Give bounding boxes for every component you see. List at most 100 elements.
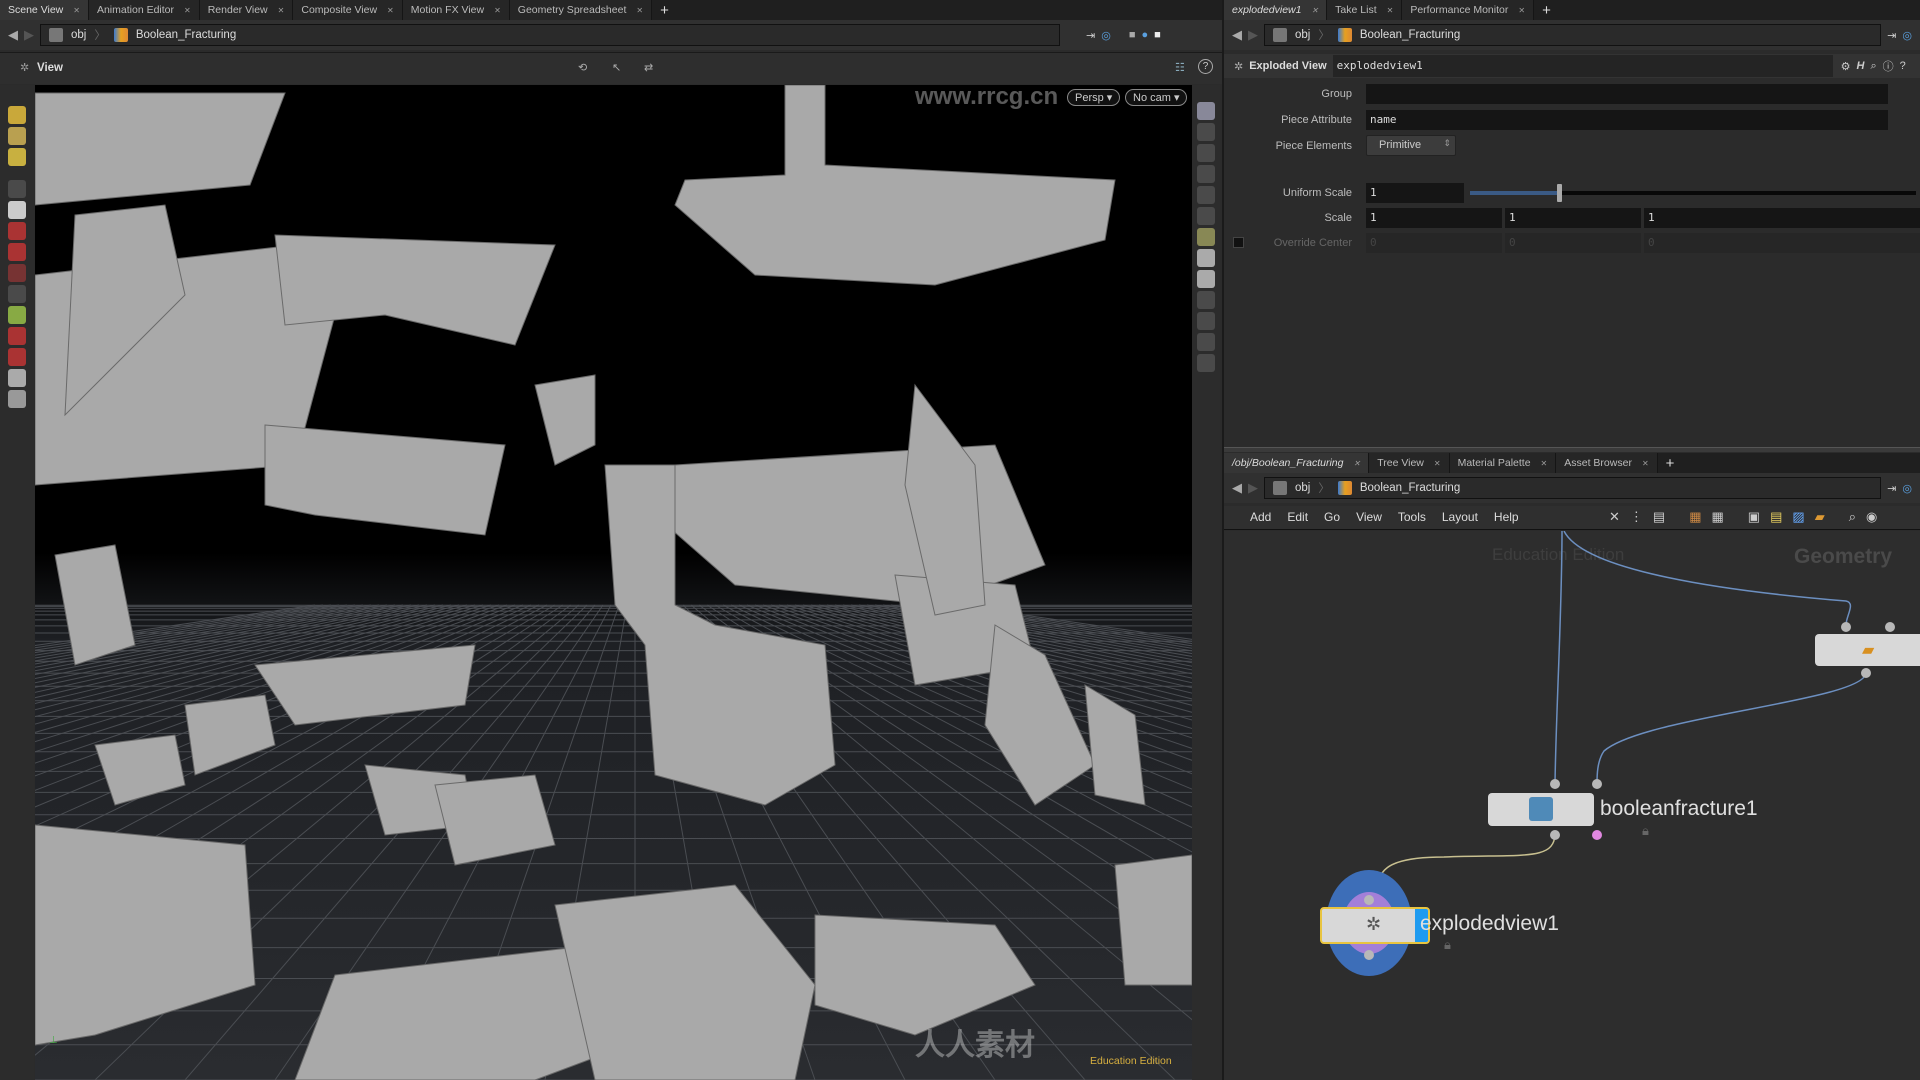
- close-icon[interactable]: ✕: [1434, 459, 1441, 468]
- input-connector[interactable]: [1364, 895, 1374, 905]
- output-connector[interactable]: [1861, 668, 1871, 678]
- menu-view[interactable]: View: [1356, 510, 1382, 524]
- close-icon[interactable]: ✕: [494, 6, 501, 15]
- link-icon[interactable]: ◎: [1902, 29, 1912, 42]
- path-field[interactable]: obj 〉 Boolean_Fracturing: [1264, 477, 1882, 499]
- visibility-icon[interactable]: ◉: [1866, 509, 1877, 525]
- sticky-note-icon[interactable]: ▤: [1770, 509, 1782, 525]
- uniform-scale-slider[interactable]: [1470, 184, 1916, 202]
- group-field[interactable]: [1366, 84, 1888, 104]
- close-icon[interactable]: ✕: [387, 6, 394, 15]
- grid-icon[interactable]: ▦: [1712, 509, 1724, 525]
- add-tab-icon[interactable]: +: [652, 2, 677, 19]
- close-icon[interactable]: ✕: [1518, 6, 1525, 15]
- tab-take-list[interactable]: Take List ✕: [1327, 0, 1403, 20]
- pin-icon[interactable]: ⇥: [1887, 482, 1896, 495]
- ghost-icon[interactable]: [1197, 186, 1215, 204]
- camera-icon[interactable]: [8, 369, 26, 387]
- node-name-field[interactable]: explodedview1: [1332, 55, 1833, 77]
- snapshot-icon[interactable]: [1197, 270, 1215, 288]
- pose-icon[interactable]: [8, 127, 26, 145]
- snap-magnet-icon[interactable]: [8, 348, 26, 366]
- back-arrow-icon[interactable]: ◀: [1232, 480, 1242, 496]
- forward-arrow-icon[interactable]: ▶: [1248, 480, 1258, 496]
- output-connector[interactable]: [1364, 950, 1374, 960]
- menu-add[interactable]: Add: [1250, 510, 1271, 524]
- light-off-icon[interactable]: [1197, 165, 1215, 183]
- pin-icon[interactable]: ⇥: [1887, 29, 1896, 42]
- flipbook-icon[interactable]: [8, 390, 26, 408]
- handle-icon[interactable]: [8, 106, 26, 124]
- help-icon[interactable]: ?: [1198, 59, 1213, 74]
- close-icon[interactable]: ✕: [1354, 459, 1361, 468]
- node-booleanfracture1[interactable]: [1488, 793, 1594, 826]
- tab-network-editor[interactable]: /obj/Boolean_Fracturing ✕: [1224, 453, 1370, 473]
- close-icon[interactable]: ✕: [278, 6, 285, 15]
- lock-camera-icon[interactable]: [1197, 144, 1215, 162]
- transform-icon[interactable]: ⇄: [644, 61, 653, 74]
- path-root[interactable]: obj: [1295, 482, 1310, 494]
- menu-go[interactable]: Go: [1324, 510, 1340, 524]
- uniform-scale-field[interactable]: 1: [1366, 183, 1464, 203]
- close-icon[interactable]: ✕: [1541, 459, 1548, 468]
- rotate-icon[interactable]: [8, 243, 26, 261]
- display-options-icon[interactable]: ☷: [1175, 61, 1185, 74]
- brush-icon[interactable]: [8, 285, 26, 303]
- hscript-icon[interactable]: H: [1857, 60, 1865, 72]
- tab-performance-monitor[interactable]: Performance Monitor ✕: [1402, 0, 1535, 20]
- template-icon[interactable]: [1197, 123, 1215, 141]
- menu-layout[interactable]: Layout: [1442, 510, 1478, 524]
- menu-tools[interactable]: Tools: [1398, 510, 1426, 524]
- subnet-icon[interactable]: ▰: [1815, 509, 1825, 525]
- normals-icon[interactable]: [1197, 291, 1215, 309]
- select-arrow-icon[interactable]: [8, 180, 26, 198]
- points-icon[interactable]: [1197, 312, 1215, 330]
- pin-icon[interactable]: ⇥: [1086, 29, 1095, 42]
- path-node[interactable]: Boolean_Fracturing: [1360, 482, 1460, 494]
- link-icon[interactable]: ◎: [1902, 482, 1912, 495]
- shading-icon[interactable]: ■: [1129, 29, 1136, 41]
- camera-view-icon[interactable]: [1197, 249, 1215, 267]
- lock-icon[interactable]: [8, 201, 26, 219]
- piece-elements-dropdown[interactable]: Primitive ⇕: [1366, 135, 1456, 156]
- paint-icon[interactable]: [8, 306, 26, 324]
- help-icon[interactable]: ?: [1900, 60, 1906, 72]
- lock-icon[interactable]: 🔒︎: [1642, 823, 1649, 839]
- scale-icon[interactable]: [8, 264, 26, 282]
- output-connector[interactable]: [1592, 830, 1602, 840]
- input-connector[interactable]: [1841, 622, 1851, 632]
- scale-y-field[interactable]: 1: [1505, 208, 1641, 228]
- 3d-viewport[interactable]: Persp ▾ No cam ▾ Education Edition ⊥ www…: [35, 85, 1192, 1080]
- back-arrow-icon[interactable]: ◀: [8, 27, 18, 43]
- persp-menu[interactable]: Persp ▾: [1067, 89, 1121, 106]
- tab-tree-view[interactable]: Tree View ✕: [1369, 453, 1450, 473]
- node-partial[interactable]: ▰: [1815, 634, 1920, 666]
- tab-asset-browser[interactable]: Asset Browser ✕: [1556, 453, 1658, 473]
- output-connector[interactable]: [1550, 830, 1560, 840]
- input-connector[interactable]: [1885, 622, 1895, 632]
- close-icon[interactable]: ✕: [184, 6, 191, 15]
- magnet-icon[interactable]: [8, 327, 26, 345]
- back-arrow-icon[interactable]: ◀: [1232, 27, 1242, 43]
- close-icon[interactable]: ✕: [73, 6, 80, 15]
- tab-motion-fx-view[interactable]: Motion FX View ✕: [402, 0, 510, 20]
- move-icon[interactable]: [8, 222, 26, 240]
- select-icon[interactable]: ↖: [612, 61, 621, 74]
- menu-help[interactable]: Help: [1494, 510, 1519, 524]
- display-icon[interactable]: ■: [1154, 29, 1161, 41]
- info-icon[interactable]: ⓘ: [1883, 58, 1894, 74]
- tab-parameters[interactable]: explodedview1 ✕: [1224, 0, 1328, 20]
- close-icon[interactable]: ✕: [1387, 6, 1394, 15]
- add-tab-icon[interactable]: +: [1534, 2, 1559, 19]
- view-tool-icon[interactable]: [8, 148, 26, 166]
- tab-composite-view[interactable]: Composite View ✕: [293, 0, 403, 20]
- path-root[interactable]: obj: [71, 29, 86, 41]
- network-editor[interactable]: Education Edition Geometry ▰ booleanfrac…: [1224, 531, 1920, 1080]
- path-node[interactable]: Boolean_Fracturing: [1360, 29, 1460, 41]
- tab-render-view[interactable]: Render View ✕: [199, 0, 294, 20]
- node-explodedview1[interactable]: ✲: [1320, 907, 1430, 944]
- gear-icon[interactable]: ⚙: [1841, 60, 1851, 73]
- path-node[interactable]: Boolean_Fracturing: [136, 29, 236, 41]
- tab-animation-editor[interactable]: Animation Editor ✕: [88, 0, 200, 20]
- add-tab-icon[interactable]: +: [1658, 455, 1683, 472]
